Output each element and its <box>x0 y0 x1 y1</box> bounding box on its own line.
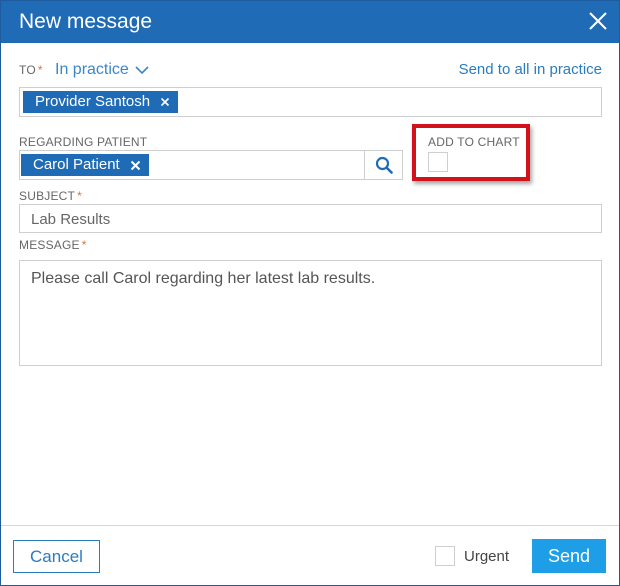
subject-label: SUBJECT * <box>19 189 82 203</box>
send-to-all-link[interactable]: Send to all in practice <box>459 61 602 78</box>
close-icon <box>130 160 140 170</box>
regarding-patient-field[interactable]: Carol Patient <box>19 150 403 180</box>
chevron-down-icon <box>135 66 149 75</box>
subject-value: Lab Results <box>31 211 111 228</box>
add-to-chart-label: ADD TO CHART <box>428 135 520 149</box>
remove-patient-button[interactable] <box>130 160 141 171</box>
message-value: Please call Carol regarding her latest l… <box>31 270 376 287</box>
subject-input[interactable]: Lab Results <box>19 204 602 233</box>
urgent-checkbox[interactable] <box>435 546 455 566</box>
dialog-title: New message <box>19 10 153 33</box>
cancel-button[interactable]: Cancel <box>13 540 100 573</box>
patient-chip-label: Carol Patient <box>33 156 120 173</box>
to-label-text: TO <box>19 63 36 77</box>
to-label: TO * <box>19 63 43 77</box>
search-icon <box>375 156 393 174</box>
to-required-mark: * <box>37 63 43 77</box>
new-message-dialog: New message TO * In practice Send to all … <box>0 0 620 586</box>
subject-label-text: SUBJECT <box>19 189 76 203</box>
close-button[interactable] <box>585 8 611 34</box>
message-required-mark: * <box>81 238 87 252</box>
close-icon <box>161 97 170 107</box>
to-scope-dropdown[interactable]: In practice <box>55 61 150 79</box>
remove-recipient-button[interactable] <box>160 97 170 107</box>
patient-chip: Carol Patient <box>21 154 149 176</box>
to-scope-value: In practice <box>55 61 129 78</box>
add-to-chart-checkbox[interactable] <box>428 152 448 172</box>
regarding-patient-label: REGARDING PATIENT <box>19 135 148 149</box>
recipient-chip: Provider Santosh <box>23 91 179 113</box>
dialog-titlebar: New message <box>1 1 619 43</box>
recipient-chip-label: Provider Santosh <box>35 93 151 110</box>
patient-search-button[interactable] <box>364 151 402 179</box>
subject-required-mark: * <box>77 189 82 203</box>
message-textarea[interactable]: Please call Carol regarding her latest l… <box>19 260 602 366</box>
send-button[interactable]: Send <box>532 539 606 573</box>
message-label-text: MESSAGE <box>19 238 80 252</box>
to-recipients-field[interactable]: Provider Santosh <box>19 87 602 117</box>
urgent-label: Urgent <box>464 548 510 565</box>
message-label: MESSAGE * <box>19 238 87 252</box>
dialog-footer: Cancel Urgent Send <box>1 525 619 585</box>
close-icon <box>589 12 607 30</box>
